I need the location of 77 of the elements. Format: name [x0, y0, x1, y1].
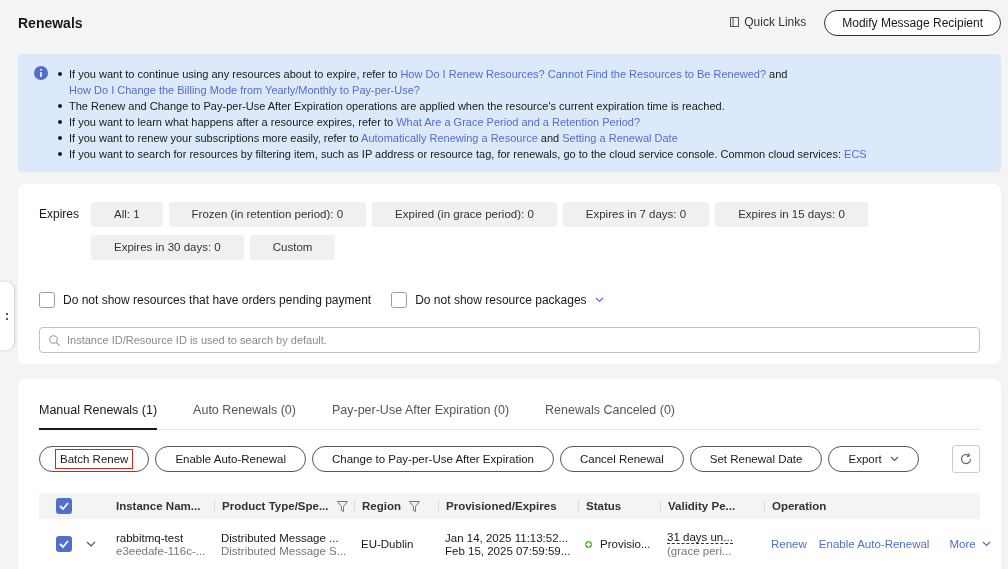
caret-icon — [594, 297, 604, 303]
table-cell: e3eedafe-116c-... — [116, 544, 206, 557]
book-icon — [730, 17, 740, 27]
tab[interactable]: Renewals Canceled (0) — [545, 401, 676, 430]
refresh-icon — [960, 453, 972, 465]
tab[interactable]: Manual Renewals (1) — [39, 401, 158, 430]
help-link[interactable]: How Do I Renew Resources? Cannot Find the Resources to Be Renewed? — [400, 68, 767, 80]
bullet-icon — [58, 104, 62, 108]
checkbox-label[interactable]: Do not show resources that have orders pending payment — [63, 293, 372, 307]
notice-text: If you want to search for resources by filtering item, such as IP address or resource tag, for renewals, go to the cloud service console. Common cloud services: ECS — [69, 148, 867, 160]
help-link[interactable]: How Do I Change the Billing Mode from Yearly/Monthly to Pay-per-Use? — [69, 84, 420, 96]
info-icon — [34, 66, 48, 80]
column-header: Product Type/Spe... — [222, 500, 329, 512]
filter-chip[interactable]: Expired (in grace period): 0 — [372, 202, 557, 227]
help-link[interactable]: What Are a Grace Period and a Retention Period? — [396, 116, 641, 128]
expand-icon[interactable] — [86, 541, 96, 547]
table-cell: Distributed Message ... — [221, 531, 339, 544]
operation-link[interactable]: More — [949, 538, 991, 550]
action-button[interactable]: Enable Auto-Renewal — [155, 446, 306, 472]
refresh-button[interactable] — [952, 445, 980, 473]
status-text: Provisio... — [600, 538, 651, 550]
column-header: Instance Nam... — [116, 500, 201, 512]
bullet-icon — [58, 120, 62, 124]
table-cell: (grace peri... — [667, 545, 732, 557]
checkbox-label[interactable]: Do not show resource packages — [415, 293, 587, 307]
table-cell: 31 days un... — [667, 531, 733, 544]
tab[interactable]: Auto Renewals (0) — [193, 401, 296, 430]
column-header: Status — [586, 500, 622, 512]
operation-link[interactable]: Renew — [771, 538, 807, 550]
help-link[interactable]: ECS — [844, 148, 867, 160]
action-button[interactable]: Cancel Renewal — [560, 446, 684, 472]
filter-icon[interactable] — [336, 500, 348, 512]
help-link[interactable]: Setting a Renewal Date — [562, 132, 678, 144]
notice-text: If you want to learn what happens after a resource expires, refer to What Are a Grace Period and a Retention Period? — [69, 116, 641, 128]
search-field[interactable]: Instance ID/Resource ID is used to search by default. — [39, 327, 980, 353]
caret-icon — [889, 456, 899, 462]
action-button[interactable]: Set Renewal Date — [689, 446, 823, 472]
table-cell: rabbitmq-test — [116, 531, 184, 544]
filter-chip[interactable]: Expires in 30 days: 0 — [91, 235, 244, 260]
filter-chip[interactable]: Expires in 15 days: 0 — [715, 202, 868, 227]
page-title: Renewals — [18, 15, 84, 31]
checkbox[interactable] — [39, 292, 55, 308]
checkbox[interactable] — [56, 536, 72, 552]
export-dropdown[interactable]: Export — [828, 446, 919, 472]
collapse-handle-icon[interactable] — [6, 313, 9, 321]
notice-text: If you want to renew your subscriptions more easily, refer to Automatically Renewing a Resource and Setting a Renewal Date — [69, 132, 678, 144]
action-button[interactable]: Change to Pay-per-Use After Expiration — [312, 446, 554, 472]
filter-chip[interactable]: Frozen (in retention period): 0 — [168, 202, 367, 227]
bullet-icon — [58, 152, 62, 156]
table-cell: EU-Dublin — [361, 538, 414, 550]
bullet-icon — [58, 72, 62, 76]
filter-chip[interactable]: Custom — [249, 235, 336, 260]
bullet-icon — [58, 136, 62, 140]
table-cell: Feb 15, 2025 07:59:59... — [445, 544, 571, 557]
search-icon — [49, 334, 60, 346]
modify-recipient-button[interactable]: Modify Message Recipient — [824, 10, 1001, 36]
notice-text: If you want to continue using any resources about to expire, refer to How Do I Renew Resources? Cannot Find the Resources to Be Renewed? and How Do I Change the Billing Mode from Yearly/Monthly to Pay-per-Use? — [69, 68, 788, 96]
column-header: Operation — [772, 500, 827, 512]
quick-links-link[interactable]: Quick Links — [730, 15, 807, 31]
column-header: Validity Pe... — [668, 500, 736, 512]
column-header: Region — [362, 500, 401, 512]
operation-link[interactable]: Enable Auto-Renewal — [818, 538, 930, 550]
checkbox[interactable] — [391, 292, 408, 308]
caret-icon — [981, 541, 991, 547]
table-cell: Distributed Message S... — [221, 544, 347, 557]
column-header: Provisioned/Expires — [446, 500, 557, 512]
tab[interactable]: Pay-per-Use After Expiration (0) — [331, 401, 510, 430]
checkbox[interactable] — [56, 498, 72, 514]
notice-text: The Renew and Change to Pay-per-Use After Expiration operations are applied when the resource's current expiration time is reached. — [69, 100, 725, 112]
table-cell: Jan 14, 2025 11:13:52... — [445, 531, 569, 544]
filter-chip[interactable]: All: 1 — [91, 202, 163, 227]
filter-label: Expires — [39, 206, 79, 223]
sidebar-handle[interactable] — [0, 282, 14, 350]
filter-icon[interactable] — [409, 500, 420, 512]
filter-chip[interactable]: Expires in 7 days: 0 — [562, 202, 710, 227]
help-link[interactable]: Automatically Renewing a Resource — [361, 132, 538, 144]
action-button[interactable]: Batch Renew — [39, 446, 150, 472]
